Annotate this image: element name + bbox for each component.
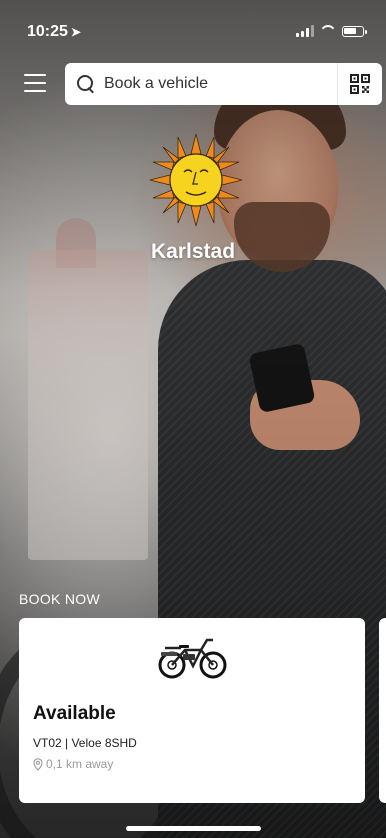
vehicle-distance-text: 0,1 km away xyxy=(46,757,114,771)
city-name: Karlstad xyxy=(150,240,236,263)
vehicle-card[interactable]: Available VT02 | Veloe 8SHD 0,1 km away xyxy=(19,618,365,803)
vehicle-distance: 0,1 km away xyxy=(33,757,113,771)
search-placeholder: Book a vehicle xyxy=(104,75,209,92)
map-pin-icon xyxy=(33,757,43,771)
bicycle-icon xyxy=(158,638,227,679)
status-time-text: 10:25 xyxy=(27,23,68,40)
book-now-label: BOOK NOW xyxy=(19,591,100,607)
status-time: 10:25 ➤ xyxy=(27,23,81,41)
wifi-icon xyxy=(320,25,336,37)
search-icon xyxy=(77,75,95,93)
home-indicator[interactable] xyxy=(126,826,261,831)
sun-face-icon xyxy=(149,133,243,227)
next-vehicle-card-peek[interactable] xyxy=(379,618,386,803)
vehicle-status: Available xyxy=(33,703,116,724)
battery-icon xyxy=(342,25,367,37)
qr-code-icon xyxy=(350,74,370,94)
status-icons xyxy=(296,25,367,37)
cellular-signal-icon xyxy=(296,25,314,37)
qr-code-button[interactable] xyxy=(337,63,382,105)
search-bar[interactable]: Book a vehicle xyxy=(65,63,382,105)
vehicle-model: VT02 | Veloe 8SHD xyxy=(33,736,137,750)
location-arrow-icon: ➤ xyxy=(70,25,81,39)
app-screen: 10:25 ➤ Book a vehicle Karlstad BOOK NOW… xyxy=(0,0,386,838)
hamburger-menu-icon[interactable] xyxy=(24,72,46,94)
status-bar: 10:25 ➤ xyxy=(0,20,386,48)
